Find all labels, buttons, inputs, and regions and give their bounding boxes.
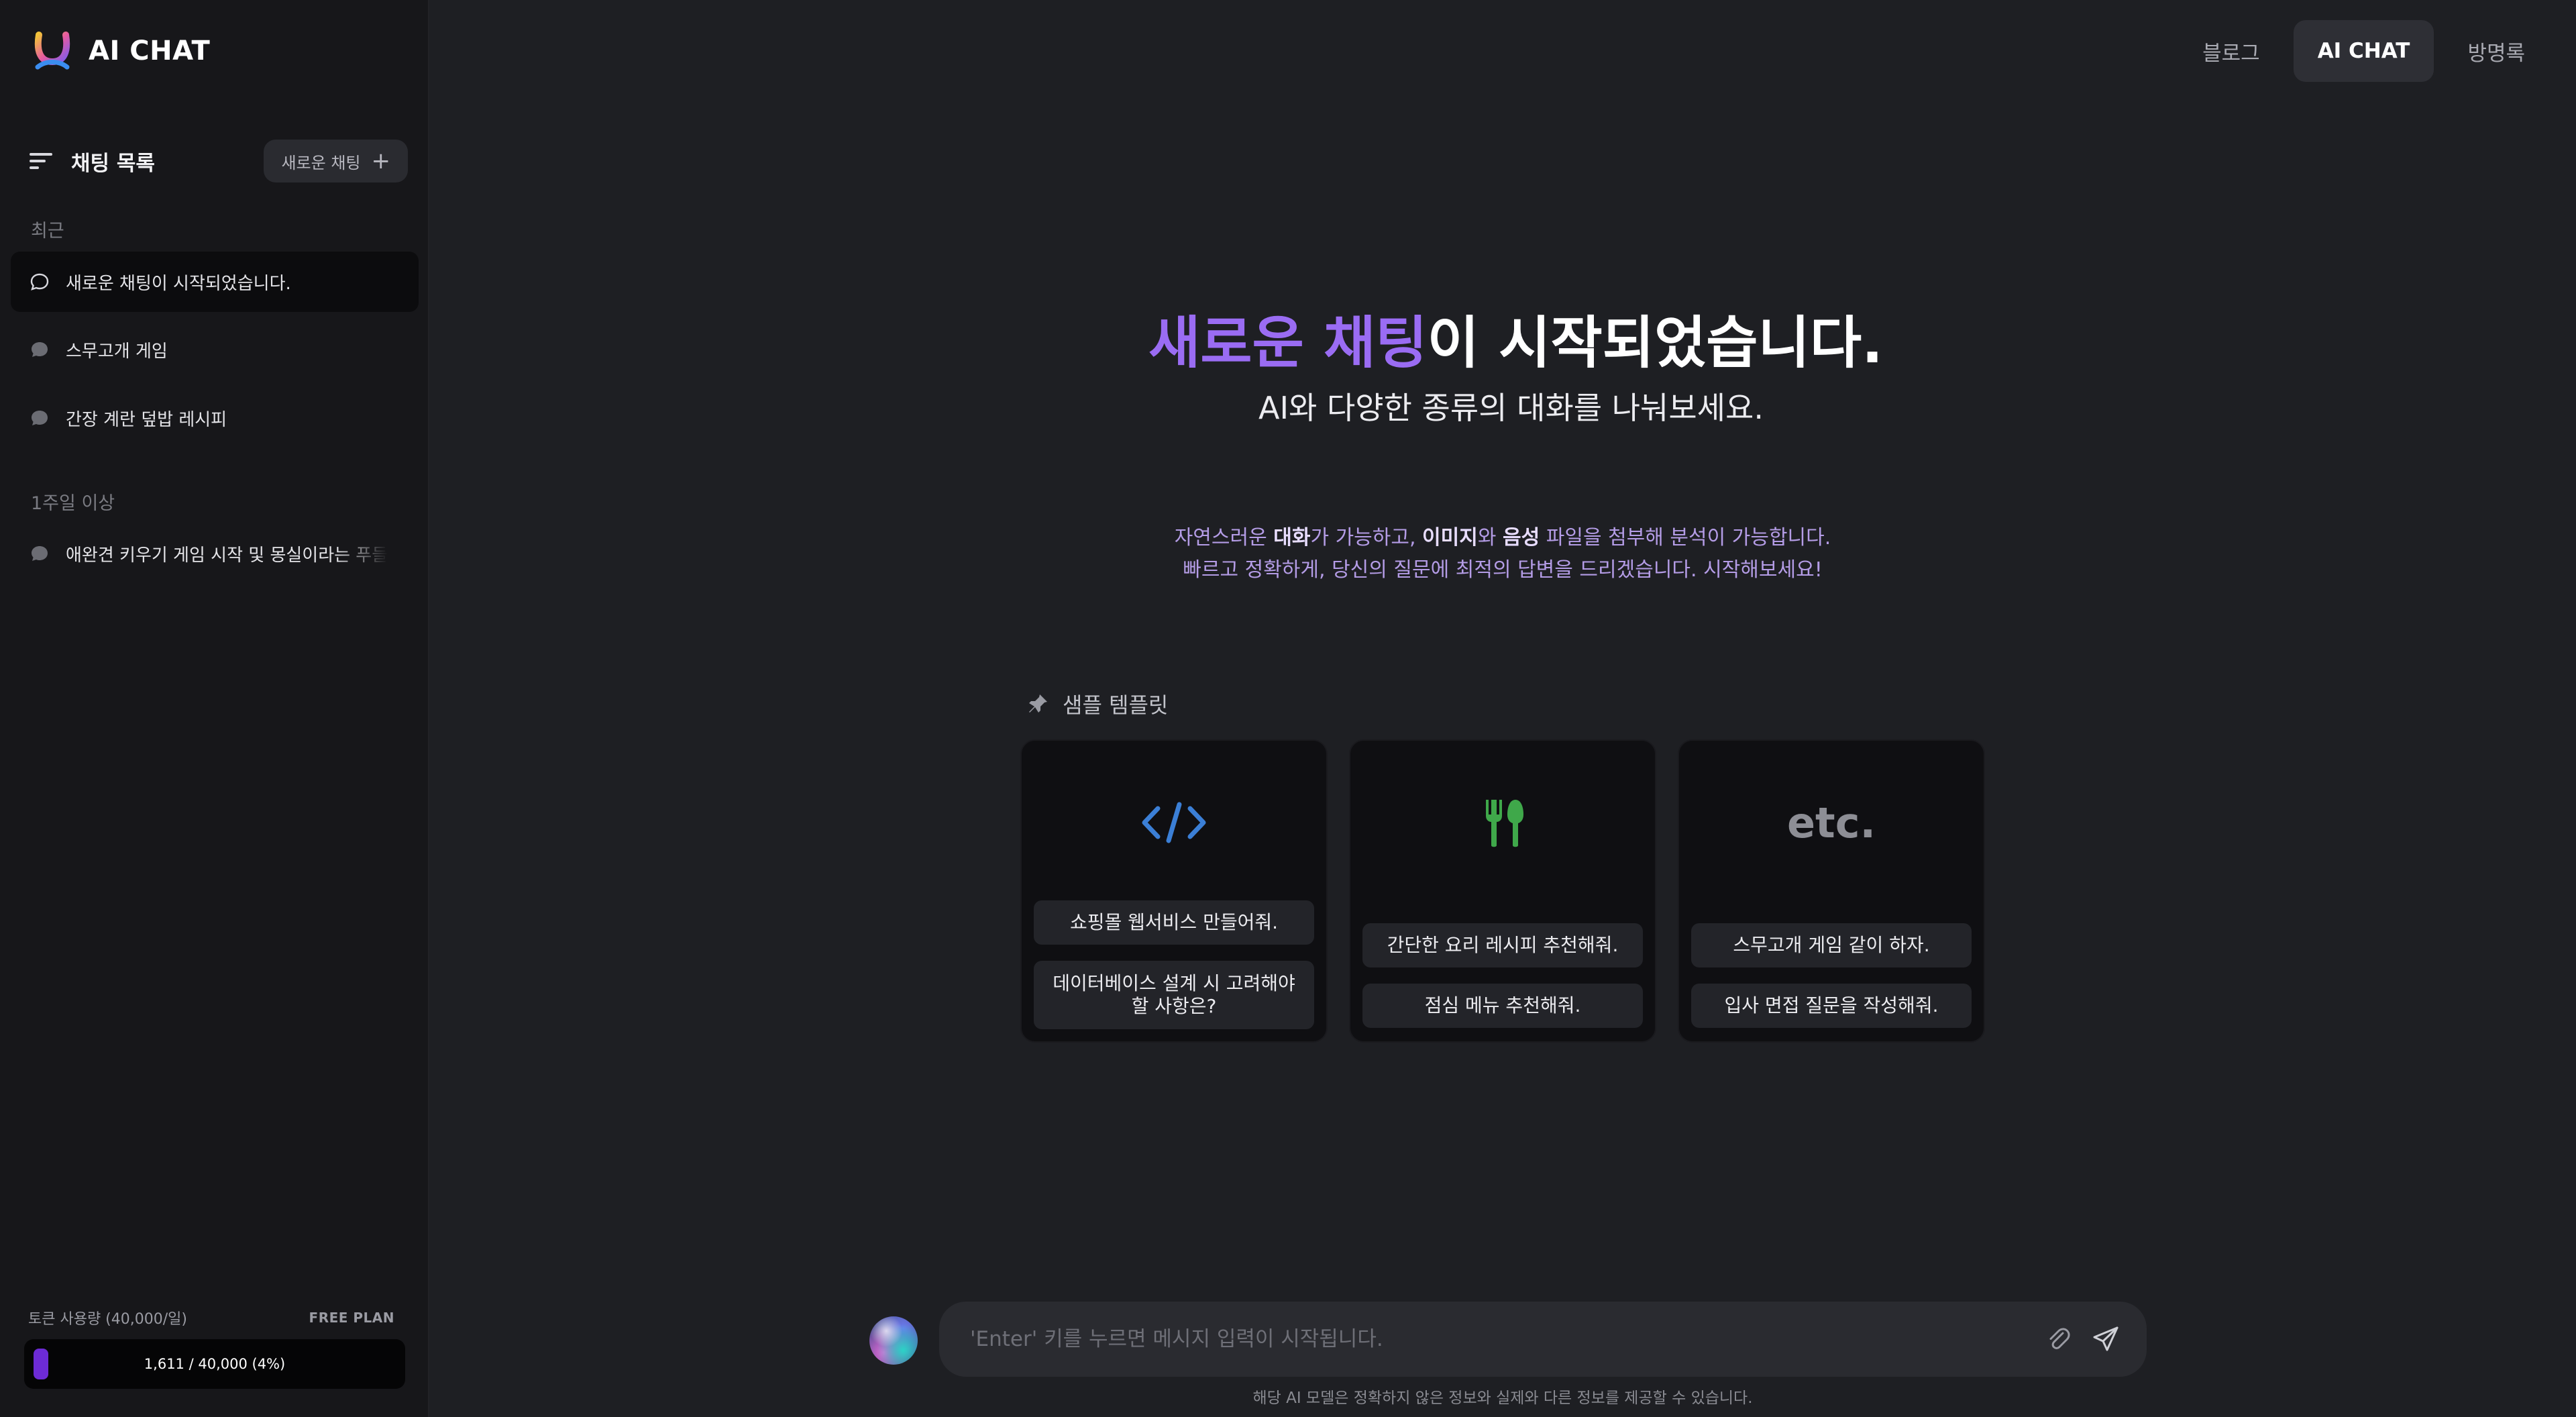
- chat-list-title: 채팅 목록: [71, 151, 155, 176]
- app-root: AI CHAT 채팅 목록 새로운 채팅 + 최근 새로운 채팅이 시작되었습니…: [0, 0, 2576, 1417]
- ai-disclaimer: 해당 AI 모델은 정확하지 않은 정보와 실제와 다른 정보를 제공할 수 있…: [1252, 1389, 1753, 1407]
- etc-text-icon: etc.: [1787, 798, 1876, 847]
- token-usage-label: 토큰 사용량 (40,000/일): [28, 1311, 187, 1328]
- template-prompt[interactable]: 간단한 요리 레시피 추천해줘.: [1362, 923, 1643, 967]
- app-title: AI CHAT: [89, 36, 211, 66]
- ai-orb-avatar: [869, 1316, 918, 1365]
- page-title-rest: 이 시작되었습니다.: [1427, 310, 1884, 376]
- template-prompt[interactable]: 점심 메뉴 추천해줘.: [1362, 984, 1643, 1028]
- desc-text: 와: [1477, 526, 1503, 549]
- chat-item-label: 간장 계란 덮밥 레시피: [66, 409, 227, 430]
- chat-bubble-icon: [32, 411, 48, 425]
- template-prompt[interactable]: 데이터베이스 설계 시 고려해야 할 사항은?: [1034, 961, 1314, 1029]
- sidebar: AI CHAT 채팅 목록 새로운 채팅 + 최근 새로운 채팅이 시작되었습니…: [0, 0, 429, 1417]
- sample-templates-label: 샘플 템플릿: [1063, 692, 1169, 718]
- logo-icon: [34, 32, 70, 70]
- nav-guestbook[interactable]: 방명록: [2443, 20, 2549, 82]
- desc-text: 자연스러운: [1174, 526, 1274, 549]
- desc-bold: 대화: [1273, 526, 1311, 549]
- sample-templates-header: 샘플 템플릿: [1026, 688, 1168, 719]
- nav-blog[interactable]: 블로그: [2178, 20, 2284, 82]
- top-nav: 블로그 AI CHAT 방명록: [2178, 20, 2549, 82]
- code-icon: [1142, 802, 1206, 843]
- new-chat-button[interactable]: 새로운 채팅 +: [264, 140, 408, 182]
- card-icon-wrap: [1350, 796, 1655, 849]
- desc-bold: 이미지: [1422, 526, 1478, 549]
- chat-bubble-icon: [32, 342, 48, 357]
- template-prompt[interactable]: 스무고개 게임 같이 하자.: [1691, 923, 1972, 967]
- description-line-2: 빠르고 정확하게, 당신의 질문에 최적의 답변을 드리겠습니다. 시작해보세요…: [1183, 558, 1823, 582]
- template-card-food: 간단한 요리 레시피 추천해줘. 점심 메뉴 추천해줘.: [1349, 739, 1656, 1043]
- chat-bubble-outline-icon: [30, 273, 49, 291]
- template-card-etc: etc. 스무고개 게임 같이 하자. 입사 면접 질문을 작성해줘.: [1678, 739, 1985, 1043]
- template-prompt[interactable]: 입사 면접 질문을 작성해줘.: [1691, 984, 1972, 1028]
- page-title: 새로운 채팅이 시작되었습니다.: [1148, 298, 1883, 379]
- new-chat-label: 새로운 채팅: [281, 153, 361, 172]
- desc-bold: 음성: [1503, 526, 1540, 549]
- chat-item[interactable]: 스무고개 게임: [11, 319, 419, 380]
- chat-list-header: 채팅 목록 새로운 채팅 +: [30, 140, 408, 182]
- attach-button[interactable]: [2035, 1316, 2082, 1363]
- page-subtitle: AI와 다양한 종류의 대화를 나눠보세요.: [1258, 390, 1764, 426]
- card-icon-wrap: [1022, 796, 1326, 849]
- desc-text: 가 가능하고,: [1310, 526, 1423, 549]
- token-usage-bar: 1,611 / 40,000 (4%): [24, 1339, 405, 1389]
- template-prompt[interactable]: 쇼핑몰 웹서비스 만들어줘.: [1034, 900, 1314, 945]
- card-icon-wrap: etc.: [1679, 796, 1984, 849]
- plus-icon: +: [371, 148, 391, 174]
- chat-item[interactable]: 간장 계란 덮밥 레시피: [11, 388, 419, 448]
- send-icon: [2093, 1326, 2118, 1351]
- message-input-box: [939, 1302, 2147, 1377]
- nav-ai-chat[interactable]: AI CHAT: [2293, 20, 2434, 82]
- token-usage-text: 1,611 / 40,000 (4%): [144, 1356, 286, 1372]
- plan-badge: FREE PLAN: [309, 1310, 394, 1326]
- page-title-accent: 새로운 채팅: [1148, 310, 1428, 376]
- sort-lines-icon: [30, 153, 52, 169]
- chat-item-label: 스무고개 게임: [66, 341, 168, 362]
- chat-item[interactable]: 새로운 채팅이 시작되었습니다.: [11, 252, 419, 312]
- section-label-older: 1주일 이상: [31, 493, 115, 514]
- description-line-1: 자연스러운 대화가 가능하고, 이미지와 음성 파일을 첨부해 분석이 가능합니…: [0, 521, 2576, 550]
- app-logo[interactable]: AI CHAT: [34, 31, 210, 71]
- section-label-recent: 최근: [31, 221, 64, 242]
- paperclip-icon: [2049, 1328, 2070, 1349]
- token-usage-header: 토큰 사용량 (40,000/일) FREE PLAN: [28, 1307, 394, 1328]
- message-input[interactable]: [970, 1327, 2035, 1351]
- fork-knife-icon: [1486, 800, 1523, 847]
- send-button[interactable]: [2082, 1316, 2129, 1363]
- pin-icon: [1029, 694, 1047, 713]
- chat-item-label: 새로운 채팅이 시작되었습니다.: [66, 273, 291, 294]
- template-card-code: 쇼핑몰 웹서비스 만들어줘. 데이터베이스 설계 시 고려해야 할 사항은?: [1020, 739, 1328, 1043]
- desc-text: 파일을 첨부해 분석이 가능합니다.: [1540, 526, 1831, 549]
